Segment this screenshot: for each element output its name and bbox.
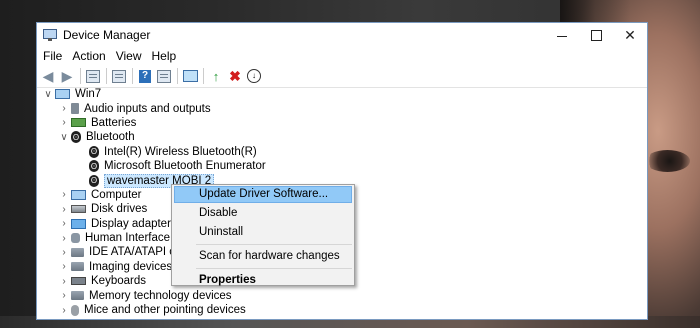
tree-item-label: Disk drives: [91, 203, 148, 216]
toolbar-separator: [203, 68, 204, 84]
action-pane-button[interactable]: [156, 68, 172, 84]
title-bar[interactable]: Device Manager ✕: [37, 23, 647, 47]
tree-item-audio[interactable]: › Audio inputs and outputs: [37, 101, 647, 115]
tree-subitem-intel-bt[interactable]: ʘ Intel(R) Wireless Bluetooth(R): [37, 145, 647, 159]
speaker-icon: [71, 103, 79, 115]
tree-item-label: Display adapters: [91, 217, 177, 230]
menu-bar: File Action View Help: [37, 47, 647, 65]
expand-chevron-icon[interactable]: ›: [59, 290, 69, 301]
properties-icon: [112, 69, 126, 83]
disk-icon: [71, 205, 86, 214]
back-button[interactable]: ◀: [40, 68, 56, 84]
tree-item-label: Batteries: [91, 116, 137, 129]
help-icon: ?: [139, 69, 151, 83]
monitor-icon: [182, 70, 198, 82]
background-eye: [645, 150, 690, 172]
tree-subitem-ms-bt-enum[interactable]: ʘ Microsoft Bluetooth Enumerator: [37, 159, 647, 173]
close-icon: ✕: [624, 26, 636, 43]
tree-item-label: Bluetooth: [86, 131, 135, 144]
download-circle-icon: ↓: [247, 69, 261, 83]
tree-item-mice[interactable]: › Mice and other pointing devices: [37, 303, 647, 317]
back-arrow-icon: ◀: [42, 68, 54, 84]
computer-icon: [55, 89, 70, 100]
add-driver-icon: ↑: [212, 68, 220, 84]
action-pane-icon: [157, 69, 171, 83]
camera-icon: [71, 262, 84, 272]
ctx-uninstall[interactable]: Uninstall: [172, 223, 354, 242]
bluetooth-icon: ʘ: [89, 160, 99, 173]
forward-arrow-icon: ▶: [61, 68, 73, 84]
tree-item-label: Keyboards: [91, 275, 146, 288]
show-hide-console-tree-button[interactable]: [85, 68, 101, 84]
scan-hardware-button[interactable]: [182, 68, 198, 84]
expand-chevron-icon[interactable]: ›: [59, 276, 69, 287]
expand-chevron-icon[interactable]: ›: [59, 261, 69, 272]
device-manager-icon: [43, 29, 57, 41]
expand-chevron-icon[interactable]: ›: [59, 305, 69, 316]
tree-item-bluetooth[interactable]: ∨ ʘ Bluetooth: [37, 130, 647, 144]
collapse-chevron-icon[interactable]: ∨: [59, 132, 69, 143]
bluetooth-icon: ʘ: [71, 131, 81, 144]
console-tree-icon: [86, 69, 100, 83]
toolbar-separator: [132, 68, 133, 84]
keyboard-icon: [71, 277, 86, 286]
ide-icon: [71, 247, 84, 257]
update-driver-button[interactable]: ↓: [246, 68, 262, 84]
expand-chevron-icon[interactable]: ›: [59, 247, 69, 258]
properties-button[interactable]: [111, 68, 127, 84]
minimize-button[interactable]: [545, 23, 579, 47]
menu-separator: [196, 268, 352, 269]
computer-icon: [71, 189, 86, 200]
menu-file[interactable]: File: [43, 49, 68, 63]
menu-view[interactable]: View: [116, 49, 148, 63]
menu-separator: [196, 244, 352, 245]
expand-chevron-icon[interactable]: ›: [59, 117, 69, 128]
tree-item-label: Memory technology devices: [89, 289, 232, 302]
tree-item-label: Mice and other pointing devices: [84, 304, 246, 317]
toolbar-separator: [106, 68, 107, 84]
collapse-chevron-icon[interactable]: ∨: [43, 89, 53, 100]
tree-item-label: Imaging devices: [89, 260, 173, 273]
expand-chevron-icon[interactable]: ›: [59, 103, 69, 114]
menu-help[interactable]: Help: [152, 49, 183, 63]
expand-chevron-icon[interactable]: ›: [59, 189, 69, 200]
tree-item-label: Microsoft Bluetooth Enumerator: [104, 160, 266, 173]
ctx-scan-hardware[interactable]: Scan for hardware changes: [172, 247, 354, 266]
uninstall-button[interactable]: ✖: [227, 68, 243, 84]
toolbar-separator: [177, 68, 178, 84]
bluetooth-icon: ʘ: [89, 145, 99, 158]
window-title: Device Manager: [63, 28, 151, 42]
expand-chevron-icon[interactable]: ›: [59, 233, 69, 244]
ctx-properties[interactable]: Properties: [172, 271, 354, 290]
expand-chevron-icon[interactable]: ›: [59, 204, 69, 215]
close-button[interactable]: ✕: [613, 23, 647, 47]
memory-icon: [71, 291, 84, 301]
expand-chevron-icon[interactable]: ›: [59, 218, 69, 229]
forward-button[interactable]: ▶: [59, 68, 75, 84]
battery-icon: [71, 118, 86, 128]
minimize-icon: [557, 35, 567, 37]
tree-root-label: Win7: [75, 88, 102, 101]
tree-item-batteries[interactable]: › Batteries: [37, 116, 647, 130]
tree-item-label: Audio inputs and outputs: [84, 102, 211, 115]
tree-item-label: Computer: [91, 188, 142, 201]
toolbar: ◀ ▶ ? ↑ ✖ ↓: [37, 65, 647, 88]
bluetooth-icon: ʘ: [89, 174, 99, 187]
context-menu: Update Driver Software... Disable Uninst…: [171, 184, 355, 286]
uninstall-x-icon: ✖: [229, 68, 241, 84]
help-button[interactable]: ?: [137, 68, 153, 84]
ctx-update-driver[interactable]: Update Driver Software...: [174, 186, 352, 203]
hid-icon: [71, 233, 80, 244]
ctx-disable[interactable]: Disable: [172, 204, 354, 223]
toolbar-separator: [80, 68, 81, 84]
display-icon: [71, 218, 86, 229]
mouse-icon: [71, 304, 79, 316]
tree-root[interactable]: ∨ Win7: [37, 87, 647, 101]
maximize-button[interactable]: [579, 23, 613, 47]
menu-action[interactable]: Action: [72, 49, 111, 63]
maximize-icon: [590, 29, 602, 41]
tree-item-label: Intel(R) Wireless Bluetooth(R): [104, 145, 257, 158]
add-driver-button[interactable]: ↑: [208, 68, 224, 84]
tree-item-memory[interactable]: › Memory technology devices: [37, 288, 647, 302]
